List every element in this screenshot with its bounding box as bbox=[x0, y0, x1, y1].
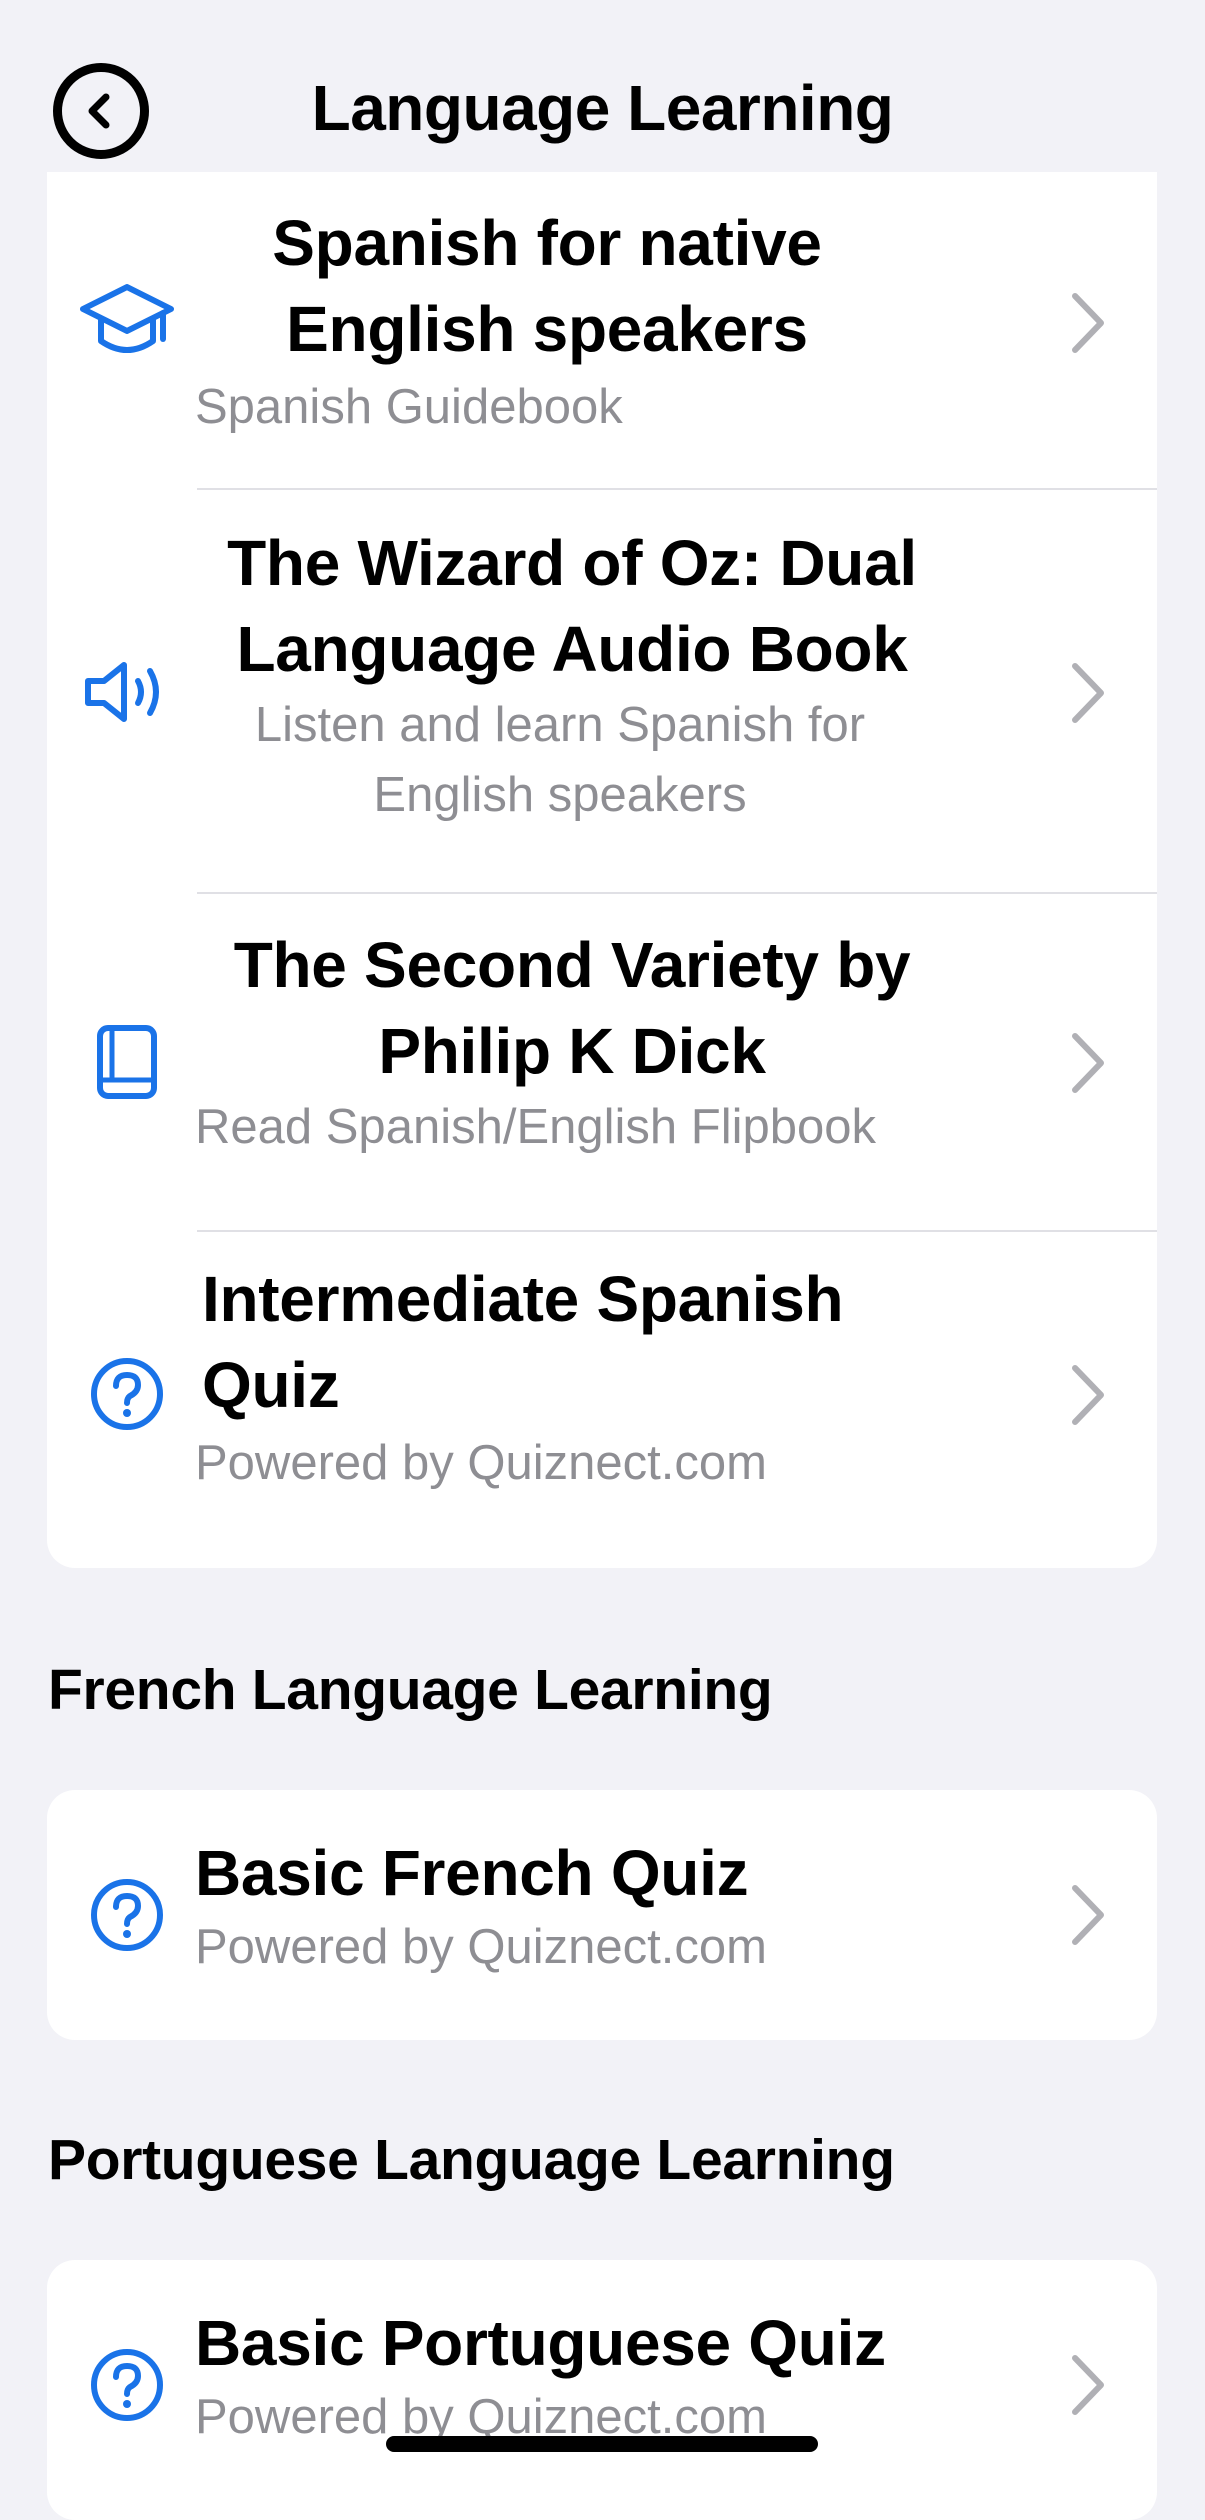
item-subtitle: Powered by Quiznect.com bbox=[195, 1920, 767, 1974]
chevron-right-icon bbox=[1072, 1365, 1104, 1425]
speaker-icon bbox=[77, 642, 177, 742]
item-title: The Second Variety by Philip K Dick bbox=[233, 929, 911, 1087]
item-title: Spanish for native English speakers bbox=[272, 207, 822, 365]
item-subtitle: Powered by Quiznect.com bbox=[195, 1436, 767, 1490]
section-header-french: French Language Learning bbox=[48, 1658, 773, 1722]
item-title: The Wizard of Oz: Dual Language Audio Bo… bbox=[227, 527, 917, 685]
question-circle-icon bbox=[77, 1865, 177, 1965]
chevron-right-icon bbox=[1072, 1885, 1104, 1945]
question-circle-icon bbox=[77, 1344, 177, 1444]
section-header-portuguese: Portuguese Language Learning bbox=[48, 2128, 895, 2192]
list-item-spanish-guidebook[interactable]: Spanish for native English speakers Span… bbox=[47, 172, 1157, 490]
list-item-basic-portuguese-quiz[interactable]: Basic Portuguese Quiz Powered by Quiznec… bbox=[47, 2260, 1157, 2520]
home-indicator[interactable] bbox=[386, 2436, 818, 2452]
list-item-basic-french-quiz[interactable]: Basic French Quiz Powered by Quiznect.co… bbox=[47, 1790, 1157, 2040]
item-title: Basic French Quiz bbox=[195, 1837, 749, 1909]
book-icon bbox=[77, 1012, 177, 1112]
graduation-cap-icon bbox=[77, 272, 177, 372]
french-learning-list: Basic French Quiz Powered by Quiznect.co… bbox=[47, 1790, 1157, 2040]
page-title: Language Learning bbox=[311, 72, 894, 144]
list-item-intermediate-spanish-quiz[interactable]: Intermediate Spanish Quiz Powered by Qui… bbox=[47, 1232, 1157, 1568]
list-item-second-variety[interactable]: The Second Variety by Philip K Dick Read… bbox=[47, 894, 1157, 1232]
chevron-right-icon bbox=[1072, 2355, 1104, 2415]
portuguese-learning-list: Basic Portuguese Quiz Powered by Quiznec… bbox=[47, 2260, 1157, 2520]
question-circle-icon bbox=[77, 2335, 177, 2435]
item-title: Basic Portuguese Quiz bbox=[195, 2307, 886, 2379]
chevron-right-icon bbox=[1072, 663, 1104, 723]
spanish-learning-list: Spanish for native English speakers Span… bbox=[47, 172, 1157, 1568]
item-title: Intermediate Spanish Quiz bbox=[202, 1263, 844, 1421]
item-subtitle: Spanish Guidebook bbox=[195, 380, 623, 434]
chevron-right-icon bbox=[1072, 293, 1104, 353]
item-subtitle: Listen and learn Spanish for English spe… bbox=[254, 698, 866, 822]
list-item-wizard-of-oz[interactable]: The Wizard of Oz: Dual Language Audio Bo… bbox=[47, 490, 1157, 894]
navigation-header: Language Learning bbox=[0, 0, 1205, 172]
item-subtitle: Read Spanish/English Flipbook bbox=[195, 1100, 876, 1154]
chevron-right-icon bbox=[1072, 1033, 1104, 1093]
